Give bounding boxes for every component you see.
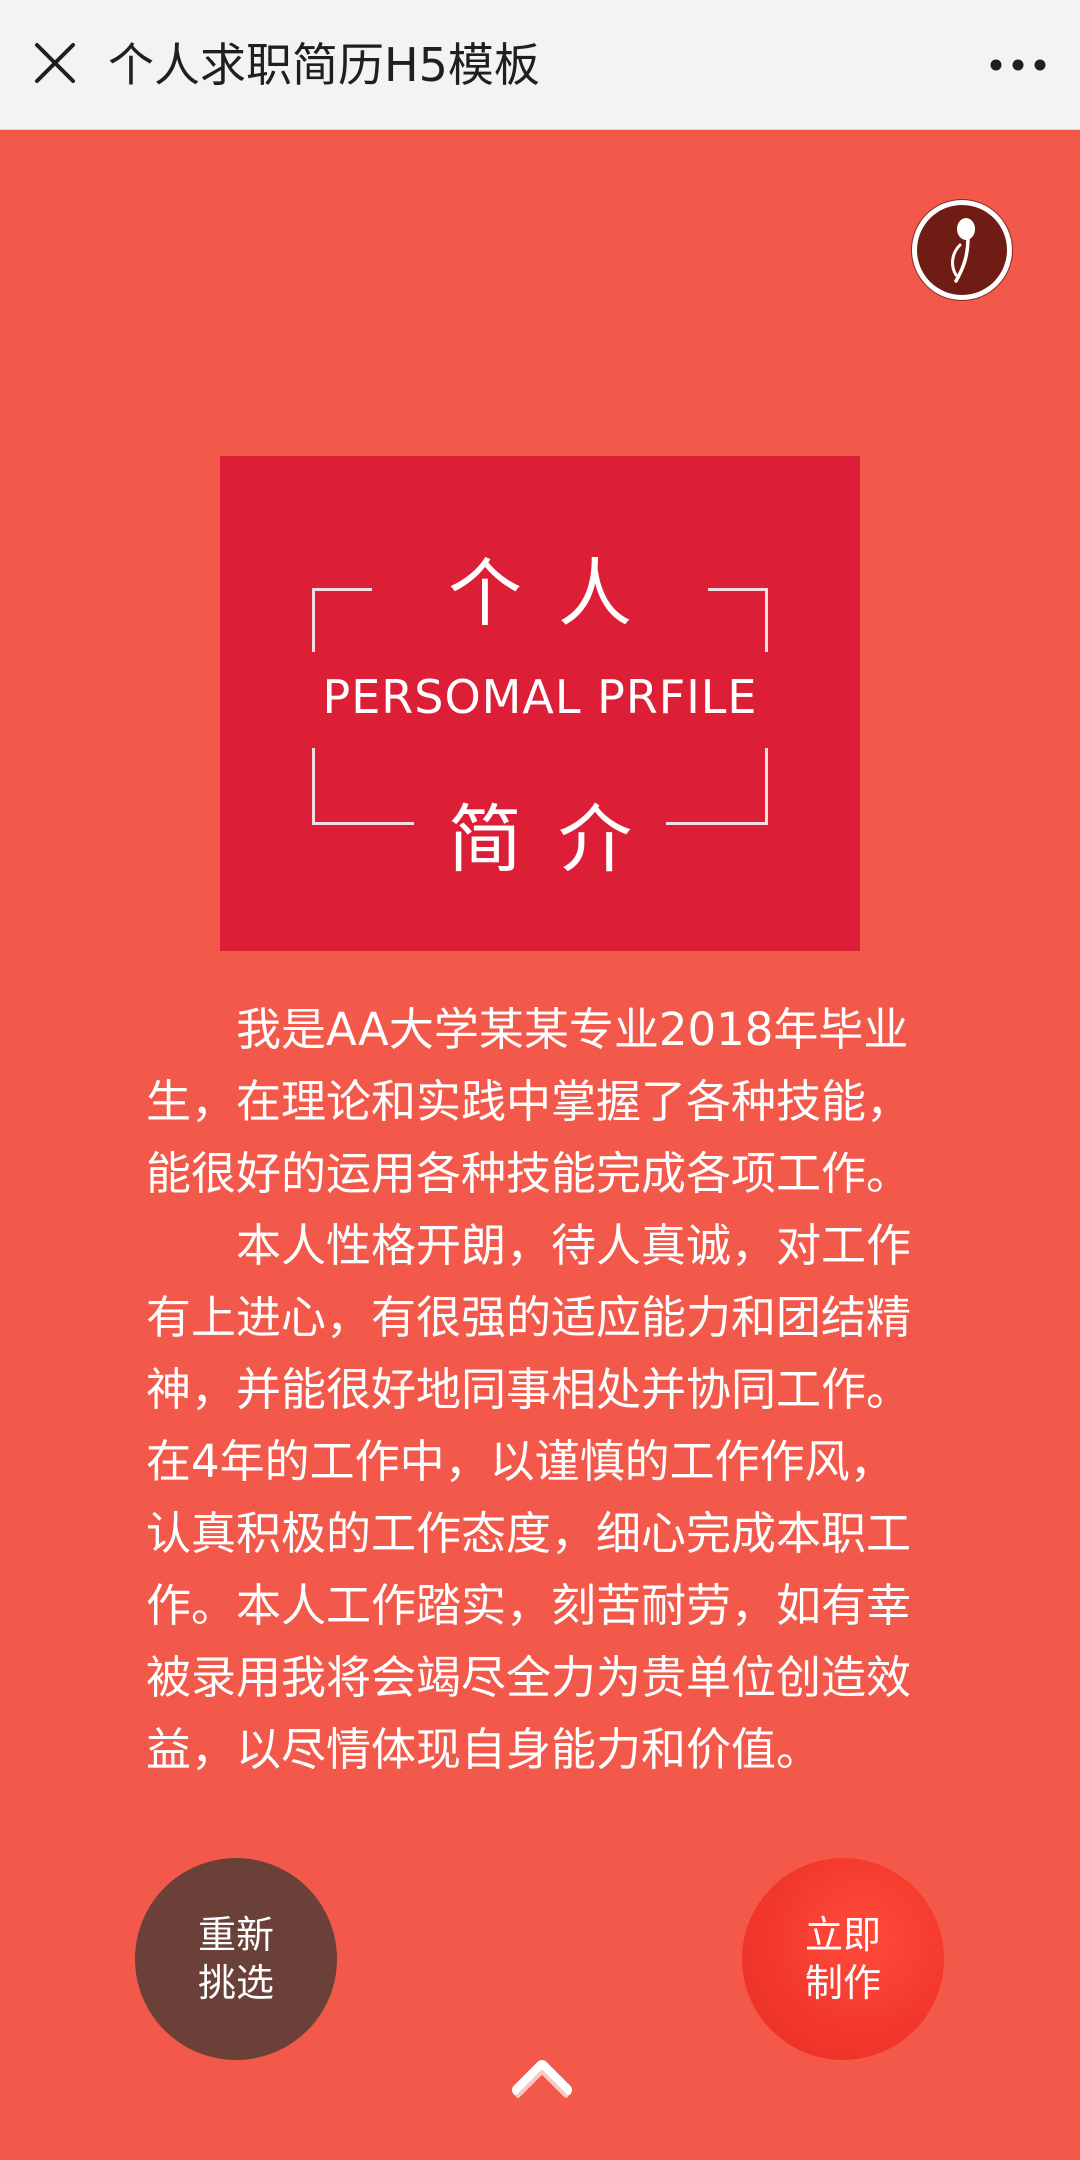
make-now-button[interactable]: 立即 制作 (742, 1858, 944, 2060)
make-label-line2: 制作 (804, 1961, 881, 2005)
top-navbar: 个人求职简历H5模板 (0, 0, 1080, 130)
music-toggle-button[interactable] (912, 200, 1012, 300)
scroll-up-button[interactable] (510, 2050, 574, 2106)
reselect-label-line1: 重新 (197, 1913, 274, 1957)
music-note-icon (951, 218, 975, 283)
bio-paragraph: 本人性格开朗，待人真诚，对工作有上进心，有很强的适应能力和团结精神，并能很好地同… (146, 1219, 912, 1776)
close-icon (35, 43, 75, 83)
more-button[interactable] (982, 34, 1054, 96)
card-heading-top: 个人 (448, 551, 668, 637)
more-dots-icon (990, 59, 1046, 71)
profile-title-card: 个人 PERSOMAL PRFILE 简介 (220, 456, 860, 951)
card-heading-english: PERSOMAL PRFILE (322, 670, 758, 724)
reselect-label-line2: 挑选 (197, 1961, 274, 2005)
profile-bio: 我是AA大学某某专业2018年毕业生，在理论和实践中掌握了各种技能，能很好的运用… (146, 994, 936, 1786)
reselect-button[interactable]: 重新 挑选 (135, 1858, 337, 2060)
close-button[interactable] (22, 30, 88, 96)
card-heading-bottom: 简介 (448, 797, 668, 883)
page-title: 个人求职简历H5模板 (108, 38, 540, 92)
make-label-line1: 立即 (804, 1913, 881, 1957)
bio-paragraph: 我是AA大学某某专业2018年毕业生，在理论和实践中掌握了各种技能，能很好的运用… (146, 1003, 912, 1200)
chevron-up-icon (512, 2060, 572, 2098)
